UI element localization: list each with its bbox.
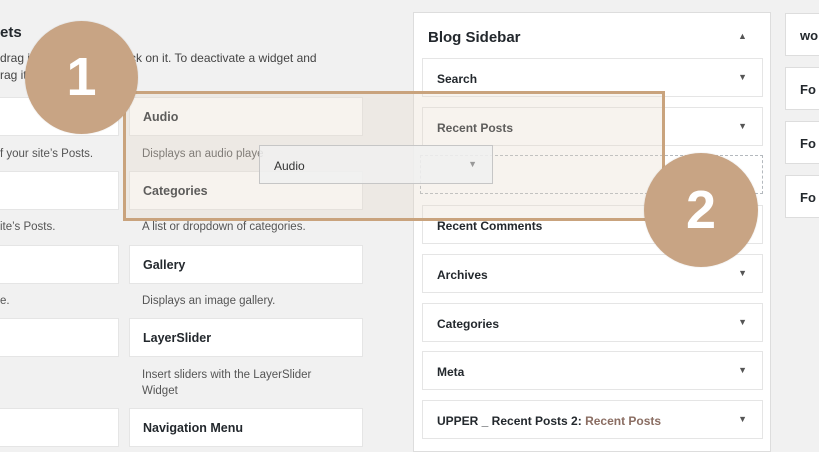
triangle-down-icon[interactable]: ▼ bbox=[738, 72, 747, 82]
widget-desc-left-2: ite’s Posts. bbox=[0, 221, 56, 233]
dragging-widget-audio[interactable]: Audio ▼ bbox=[259, 145, 493, 184]
widget-card-layerslider[interactable]: LayerSlider bbox=[129, 318, 363, 357]
widget-desc-left-1: f your site’s Posts. bbox=[0, 148, 94, 160]
widget-desc-layerslider-2: Widget bbox=[142, 385, 178, 397]
widget-desc-gallery: Displays an image gallery. bbox=[142, 295, 276, 307]
sidebar-item-sublabel: Recent Posts bbox=[585, 414, 662, 428]
right-sidebar-card-3[interactable]: Fo bbox=[785, 121, 819, 164]
right-sidebar-card-4[interactable]: Fo bbox=[785, 175, 819, 218]
widget-name-gallery: Gallery bbox=[143, 258, 186, 272]
callout-number-2: 2 bbox=[685, 180, 717, 240]
right-sidebar-card-1[interactable]: wo bbox=[785, 13, 819, 56]
sidebar-item-meta[interactable]: Meta ▼ bbox=[422, 351, 763, 390]
widget-desc-categories: A list or dropdown of categories. bbox=[142, 221, 306, 233]
widget-card-left-4[interactable] bbox=[0, 318, 119, 357]
widget-desc-layerslider-1: Insert sliders with the LayerSlider bbox=[142, 369, 312, 381]
intro-line-1a: drag i bbox=[0, 51, 31, 65]
triangle-down-icon[interactable]: ▼ bbox=[738, 121, 747, 131]
widget-card-left-2[interactable] bbox=[0, 171, 119, 210]
widget-name-layerslider: LayerSlider bbox=[143, 331, 212, 345]
sidebar-item-upper-recent-posts[interactable]: UPPER _ Recent Posts 2: Recent Posts ▼ bbox=[422, 400, 763, 439]
triangle-down-icon: ▼ bbox=[468, 159, 477, 169]
right-sidebar-card-2[interactable]: Fo bbox=[785, 67, 819, 110]
callout-circle-1: 1 bbox=[25, 21, 138, 134]
widget-card-left-5[interactable] bbox=[0, 408, 119, 447]
widget-desc-left-3: e. bbox=[0, 295, 10, 307]
triangle-up-icon[interactable]: ▲ bbox=[738, 31, 747, 41]
intro-line-1b: ck on it. To deactivate a widget and bbox=[130, 51, 317, 65]
sidebar-item-label: Categories bbox=[437, 317, 500, 331]
widget-name-navigation-menu: Navigation Menu bbox=[143, 421, 244, 435]
triangle-down-icon[interactable]: ▼ bbox=[738, 317, 747, 327]
sidebar-item-label: Recent Comments bbox=[437, 219, 543, 233]
triangle-down-icon[interactable]: ▼ bbox=[738, 268, 747, 278]
callout-circle-2: 2 bbox=[644, 153, 758, 267]
page-title: ets bbox=[0, 24, 22, 41]
sidebar-item-label: UPPER _ Recent Posts 2: bbox=[437, 414, 582, 428]
sidebar-title: Blog Sidebar bbox=[428, 29, 521, 46]
right-card-label: Fo bbox=[800, 82, 816, 97]
triangle-down-icon[interactable]: ▼ bbox=[738, 365, 747, 375]
right-card-label: wo bbox=[800, 28, 819, 43]
widget-card-left-3[interactable] bbox=[0, 245, 119, 284]
widget-card-gallery[interactable]: Gallery bbox=[129, 245, 363, 284]
sidebar-item-categories[interactable]: Categories ▼ bbox=[422, 303, 763, 342]
sidebar-item-label: Search bbox=[437, 72, 478, 86]
dragging-widget-label: Audio bbox=[274, 159, 305, 173]
callout-number-1: 1 bbox=[66, 47, 97, 107]
right-card-label: Fo bbox=[800, 190, 816, 205]
widget-desc-layerslider: Insert sliders with the LayerSlider Widg… bbox=[142, 367, 311, 399]
widget-card-navigation-menu[interactable]: Navigation Menu bbox=[129, 408, 363, 447]
sidebar-item-label: Meta bbox=[437, 365, 465, 379]
sidebar-item-label: Archives bbox=[437, 268, 488, 282]
triangle-down-icon[interactable]: ▼ bbox=[738, 414, 747, 424]
right-card-label: Fo bbox=[800, 136, 816, 151]
